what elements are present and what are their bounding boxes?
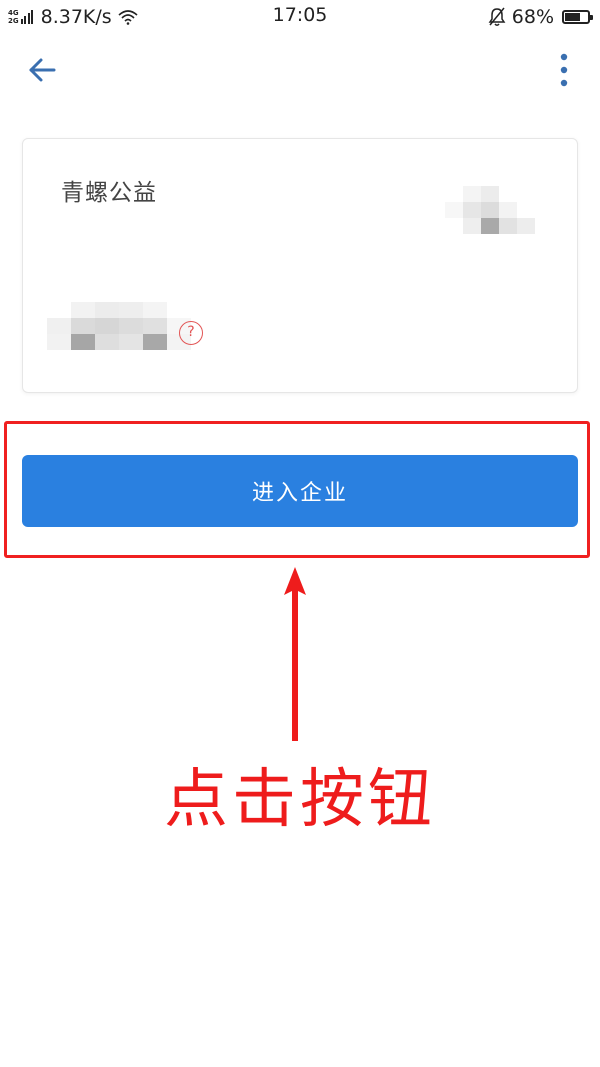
organization-card[interactable]: 青螺公益 ? — [22, 138, 578, 393]
annotation-arrow-icon — [284, 567, 306, 741]
more-vertical-icon — [560, 53, 568, 87]
more-options-button[interactable] — [550, 50, 578, 90]
organization-logo-blurred — [445, 186, 535, 234]
status-bar: 4G 2G 8.37K/s 17:05 68% — [0, 0, 600, 34]
organization-name: 青螺公益 — [61, 180, 157, 206]
enter-enterprise-button[interactable]: 进入企业 — [22, 455, 578, 527]
annotation-text: 点击按钮 — [164, 763, 436, 837]
arrow-left-icon — [29, 58, 56, 82]
battery-fill — [565, 13, 580, 21]
bell-muted-icon — [488, 7, 506, 26]
status-right: 68% — [488, 5, 593, 29]
back-button[interactable] — [20, 50, 64, 90]
battery-icon — [562, 10, 593, 24]
battery-percent: 68% — [511, 6, 554, 28]
help-icon[interactable]: ? — [179, 321, 203, 345]
organization-id-blurred — [47, 302, 191, 350]
